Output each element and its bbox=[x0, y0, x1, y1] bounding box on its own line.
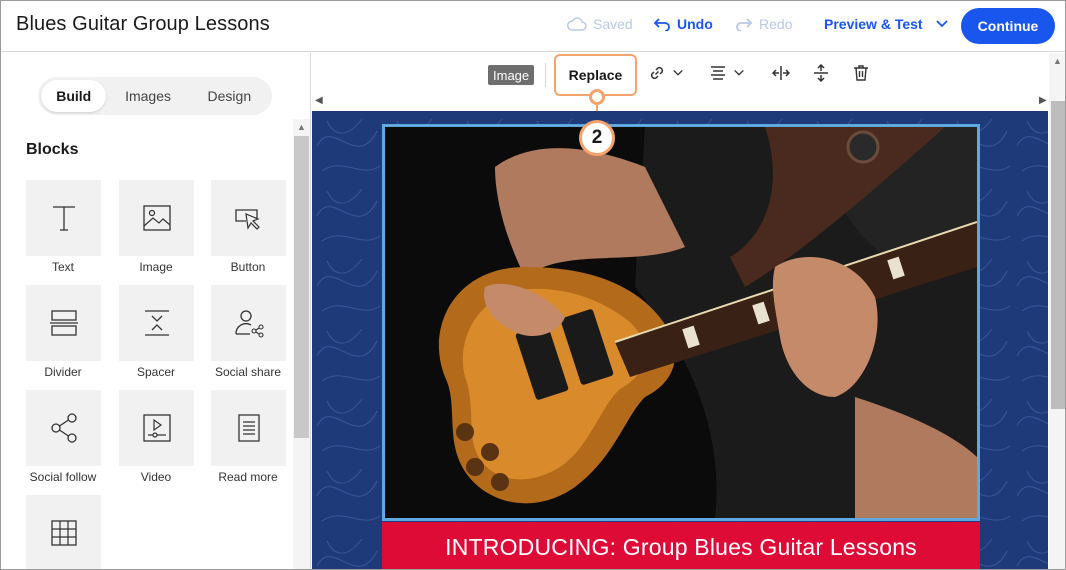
redo-label: Redo bbox=[759, 16, 793, 32]
social-share-icon bbox=[234, 310, 264, 338]
horizontal-resize-icon bbox=[772, 66, 790, 80]
scroll-up-icon[interactable]: ▲ bbox=[297, 122, 306, 132]
editor-canvas: Image Replace 2 ◀ ▶ INTRODUCING: Group B… bbox=[312, 53, 1065, 569]
block-text[interactable] bbox=[26, 180, 101, 256]
callout-badge: 2 bbox=[579, 120, 615, 156]
preview-label: Preview & Test bbox=[824, 16, 923, 32]
block-image-label: Image bbox=[139, 260, 173, 274]
block-video[interactable] bbox=[119, 390, 194, 466]
table-icon bbox=[50, 520, 77, 546]
intro-banner[interactable]: INTRODUCING: Group Blues Guitar Lessons bbox=[382, 522, 980, 569]
read-more-icon bbox=[237, 414, 260, 442]
text-icon bbox=[52, 206, 75, 231]
block-button-label: Button bbox=[230, 260, 266, 274]
align-menu[interactable] bbox=[709, 64, 745, 82]
block-image[interactable] bbox=[119, 180, 194, 256]
cloud-icon bbox=[567, 17, 587, 31]
undo-label: Undo bbox=[677, 16, 713, 32]
sidebar-tabs: Build Images Design bbox=[38, 77, 272, 115]
selected-image-block[interactable] bbox=[382, 124, 980, 521]
blocks-heading: Blocks bbox=[26, 141, 79, 158]
spacer-icon bbox=[144, 310, 169, 336]
vertical-resize-icon bbox=[814, 64, 828, 82]
tab-build[interactable]: Build bbox=[41, 80, 107, 112]
redo-button[interactable]: Redo bbox=[735, 16, 792, 32]
button-icon bbox=[234, 209, 260, 230]
block-spacer-label: Spacer bbox=[136, 365, 176, 379]
block-social-share[interactable] bbox=[211, 285, 286, 361]
chevron-down-icon bbox=[673, 69, 683, 76]
delete-button[interactable] bbox=[852, 64, 870, 82]
tab-images[interactable]: Images bbox=[106, 80, 189, 112]
link-menu[interactable] bbox=[648, 64, 684, 82]
top-bar: Blues Guitar Group Lessons Saved Undo Re… bbox=[1, 1, 1065, 52]
block-button[interactable] bbox=[211, 180, 286, 256]
chevron-down-icon bbox=[734, 69, 744, 76]
sidebar: Build Images Design Blocks Text Image Bu… bbox=[1, 53, 311, 569]
scroll-right-icon[interactable]: ▶ bbox=[1039, 95, 1047, 106]
sidebar-scrollbar[interactable]: ▲ bbox=[293, 119, 310, 569]
video-icon bbox=[142, 414, 171, 442]
tab-design[interactable]: Design bbox=[190, 80, 269, 112]
block-social-follow[interactable] bbox=[26, 390, 101, 466]
block-table[interactable] bbox=[26, 495, 101, 569]
scroll-up-icon[interactable]: ▲ bbox=[1053, 56, 1062, 66]
page-title: Blues Guitar Group Lessons bbox=[16, 13, 270, 35]
block-spacer[interactable] bbox=[119, 285, 194, 361]
sidebar-scroll-thumb[interactable] bbox=[294, 136, 309, 438]
block-divider[interactable] bbox=[26, 285, 101, 361]
block-divider-label: Divider bbox=[44, 365, 82, 379]
horizontal-resize-button[interactable] bbox=[772, 64, 790, 82]
canvas-scrollbar[interactable]: ▲ bbox=[1049, 53, 1065, 569]
redo-icon bbox=[736, 18, 753, 31]
guitar-photo bbox=[385, 127, 977, 518]
chevron-down-icon bbox=[935, 20, 948, 28]
divider-icon bbox=[49, 310, 78, 336]
align-icon bbox=[711, 66, 725, 80]
block-read-more[interactable] bbox=[211, 390, 286, 466]
scroll-left-icon[interactable]: ◀ bbox=[315, 95, 323, 106]
vertical-resize-button[interactable] bbox=[812, 64, 830, 82]
block-social-share-label: Social share bbox=[214, 365, 282, 379]
trash-icon bbox=[854, 65, 868, 81]
block-video-label: Video bbox=[140, 470, 172, 484]
continue-button[interactable]: Continue bbox=[961, 8, 1055, 44]
image-icon bbox=[142, 205, 171, 231]
block-read-more-label: Read more bbox=[218, 470, 278, 484]
link-icon bbox=[650, 66, 664, 80]
element-type-tag: Image bbox=[488, 65, 535, 85]
saved-status: Saved bbox=[567, 16, 633, 32]
undo-icon bbox=[653, 18, 670, 31]
toolbar-divider bbox=[545, 63, 546, 87]
saved-label: Saved bbox=[593, 16, 633, 32]
email-body: INTRODUCING: Group Blues Guitar Lessons bbox=[312, 111, 1048, 569]
canvas-scroll-thumb[interactable] bbox=[1051, 101, 1065, 409]
social-follow-icon bbox=[50, 413, 77, 443]
block-social-follow-label: Social follow bbox=[29, 470, 97, 484]
image-toolbar: Image Replace bbox=[312, 53, 1065, 96]
block-text-label: Text bbox=[51, 260, 74, 274]
preview-test-menu[interactable]: Preview & Test bbox=[824, 16, 949, 32]
undo-button[interactable]: Undo bbox=[653, 16, 713, 32]
app-window: Blues Guitar Group Lessons Saved Undo Re… bbox=[0, 0, 1066, 570]
